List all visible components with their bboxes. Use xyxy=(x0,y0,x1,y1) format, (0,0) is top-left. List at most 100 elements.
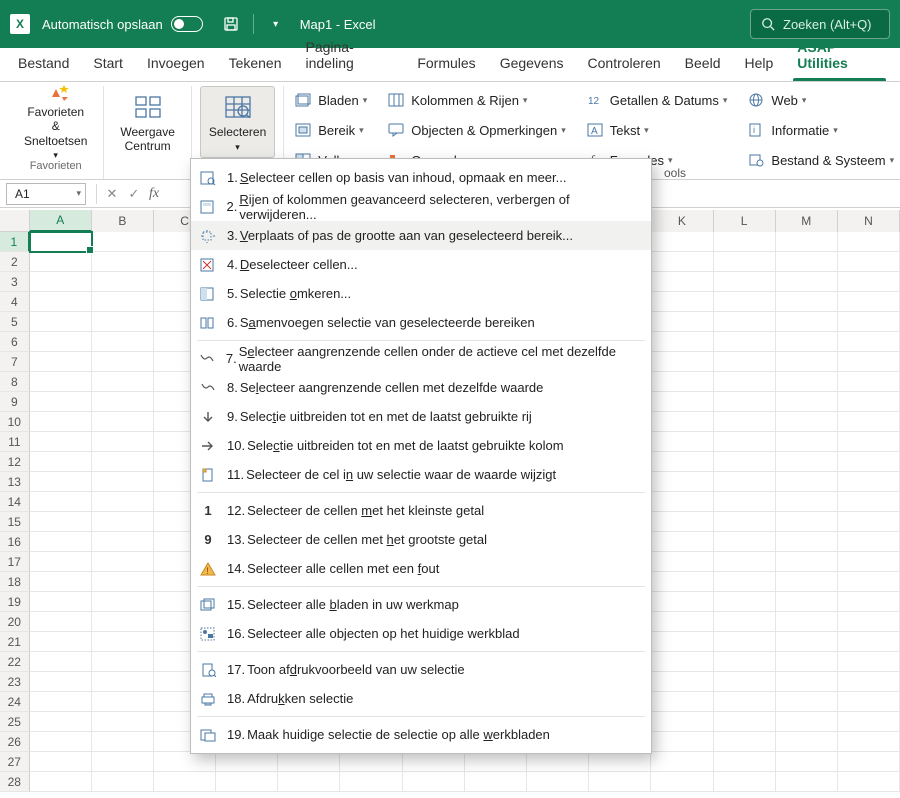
cell[interactable] xyxy=(714,292,776,312)
cell[interactable] xyxy=(92,252,154,272)
column-header[interactable]: K xyxy=(651,210,713,232)
cell[interactable] xyxy=(465,752,527,772)
cell[interactable] xyxy=(30,712,92,732)
cell[interactable] xyxy=(714,332,776,352)
cell[interactable] xyxy=(92,592,154,612)
cell[interactable] xyxy=(651,752,713,772)
cell[interactable] xyxy=(714,472,776,492)
cell[interactable] xyxy=(651,252,713,272)
cell[interactable] xyxy=(838,452,900,472)
menu-item[interactable]: 2. Rijen of kolommen geavanceerd selecte… xyxy=(191,192,651,221)
cell[interactable] xyxy=(838,572,900,592)
row-header[interactable]: 5 xyxy=(0,312,30,332)
cell[interactable] xyxy=(154,752,216,772)
cell[interactable] xyxy=(776,332,838,352)
cell[interactable] xyxy=(30,252,92,272)
cell[interactable] xyxy=(776,372,838,392)
cell[interactable] xyxy=(589,752,651,772)
cell[interactable] xyxy=(340,772,402,792)
cell[interactable] xyxy=(838,232,900,252)
tab-pagina-indeling[interactable]: Pagina-indeling xyxy=(294,32,406,81)
cell[interactable] xyxy=(651,332,713,352)
cell[interactable] xyxy=(838,732,900,752)
cell[interactable] xyxy=(92,392,154,412)
tab-beeld[interactable]: Beeld xyxy=(673,48,733,81)
cell[interactable] xyxy=(714,552,776,572)
selecteren-button[interactable]: Selecteren ▾ xyxy=(200,86,275,158)
menu-item[interactable]: 15. Selecteer alle bladen in uw werkmap xyxy=(191,590,651,619)
column-header[interactable]: A xyxy=(30,210,92,232)
row-header[interactable]: 26 xyxy=(0,732,30,752)
cell[interactable] xyxy=(714,512,776,532)
menu-item[interactable]: 8. Selecteer aangrenzende cellen met dez… xyxy=(191,373,651,402)
cell[interactable] xyxy=(30,672,92,692)
cell[interactable] xyxy=(92,732,154,752)
row-header[interactable]: 11 xyxy=(0,432,30,452)
cell[interactable] xyxy=(838,412,900,432)
cell[interactable] xyxy=(651,672,713,692)
cell[interactable] xyxy=(838,752,900,772)
menu-item[interactable]: 112. Selecteer de cellen met het kleinst… xyxy=(191,496,651,525)
cell[interactable] xyxy=(838,472,900,492)
cell[interactable] xyxy=(92,432,154,452)
cell[interactable] xyxy=(838,552,900,572)
favorieten-button[interactable]: Favorieten & Sneltoetsen ▾ xyxy=(16,86,95,158)
menu-item[interactable]: 1. Selecteer cellen op basis van inhoud,… xyxy=(191,163,651,192)
cell[interactable] xyxy=(651,452,713,472)
cell[interactable] xyxy=(30,292,92,312)
menu-item[interactable]: 4. Deselecteer cellen... xyxy=(191,250,651,279)
cell[interactable] xyxy=(714,252,776,272)
cell[interactable] xyxy=(651,652,713,672)
tab-start[interactable]: Start xyxy=(81,48,135,81)
cell[interactable] xyxy=(838,672,900,692)
tab-tekenen[interactable]: Tekenen xyxy=(217,48,294,81)
row-header[interactable]: 4 xyxy=(0,292,30,312)
cell[interactable] xyxy=(776,432,838,452)
row-header[interactable]: 28 xyxy=(0,772,30,792)
cell[interactable] xyxy=(527,772,589,792)
cell[interactable] xyxy=(30,532,92,552)
cell[interactable] xyxy=(776,532,838,552)
row-header[interactable]: 27 xyxy=(0,752,30,772)
cell[interactable] xyxy=(838,532,900,552)
cell[interactable] xyxy=(714,612,776,632)
cell[interactable] xyxy=(92,672,154,692)
cell[interactable] xyxy=(714,572,776,592)
cell[interactable] xyxy=(651,352,713,372)
row-header[interactable]: 1 xyxy=(0,232,30,252)
cell[interactable] xyxy=(154,772,216,792)
tab-help[interactable]: Help xyxy=(732,48,785,81)
cell[interactable] xyxy=(714,732,776,752)
informatie-button[interactable]: iInformatie▾ xyxy=(747,118,894,142)
cell[interactable] xyxy=(651,392,713,412)
row-header[interactable]: 21 xyxy=(0,632,30,652)
cell[interactable] xyxy=(30,592,92,612)
cell[interactable] xyxy=(92,772,154,792)
cell[interactable] xyxy=(714,432,776,452)
tekst-button[interactable]: ATekst▾ xyxy=(586,118,728,142)
column-header[interactable]: M xyxy=(776,210,838,232)
menu-item[interactable]: 913. Selecteer de cellen met het grootst… xyxy=(191,525,651,554)
cell[interactable] xyxy=(714,392,776,412)
menu-item[interactable]: 10. Selectie uitbreiden tot en met de la… xyxy=(191,431,651,460)
menu-item[interactable]: 6. Samenvoegen selectie van geselecteerd… xyxy=(191,308,651,337)
cell[interactable] xyxy=(714,692,776,712)
cell[interactable] xyxy=(838,492,900,512)
getallen-datums-button[interactable]: 12Getallen & Datums▾ xyxy=(586,88,728,112)
cell[interactable] xyxy=(92,632,154,652)
tab-invoegen[interactable]: Invoegen xyxy=(135,48,217,81)
cell[interactable] xyxy=(714,452,776,472)
cell[interactable] xyxy=(776,652,838,672)
cell[interactable] xyxy=(776,772,838,792)
cell[interactable] xyxy=(403,772,465,792)
row-header[interactable]: 25 xyxy=(0,712,30,732)
row-header[interactable]: 16 xyxy=(0,532,30,552)
cell[interactable] xyxy=(30,272,92,292)
row-header[interactable]: 13 xyxy=(0,472,30,492)
cell[interactable] xyxy=(714,532,776,552)
cell[interactable] xyxy=(30,612,92,632)
cell[interactable] xyxy=(776,672,838,692)
cell[interactable] xyxy=(776,312,838,332)
cell[interactable] xyxy=(776,232,838,252)
cell[interactable] xyxy=(30,372,92,392)
